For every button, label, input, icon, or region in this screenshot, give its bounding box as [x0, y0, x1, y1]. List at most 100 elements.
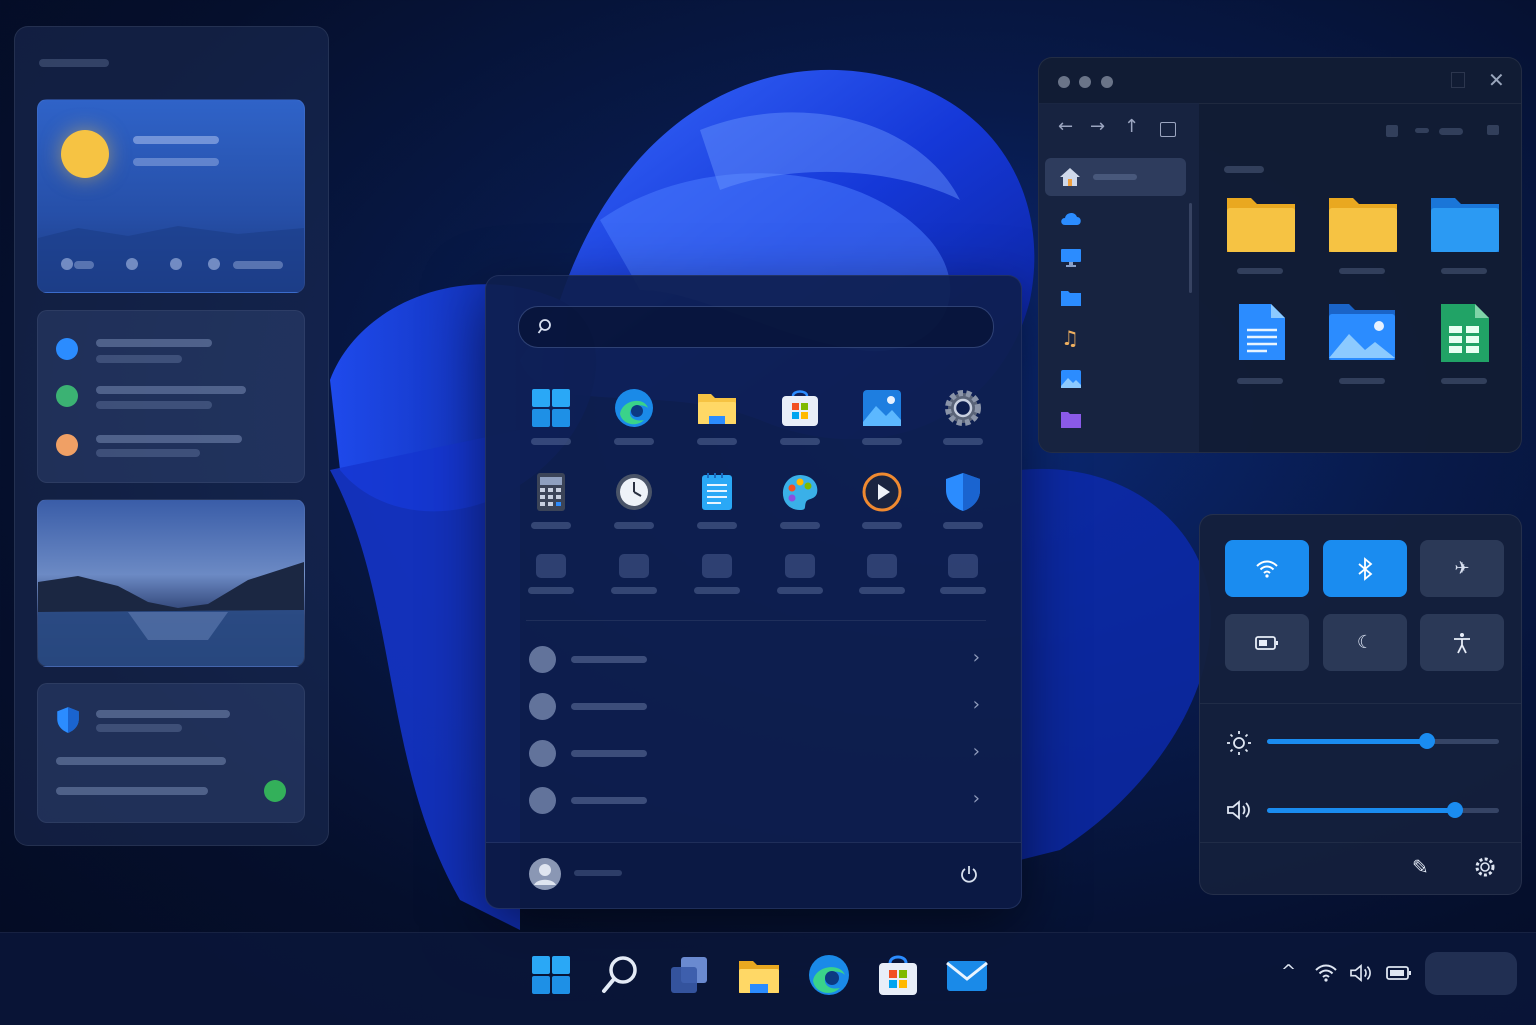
wifi-toggle[interactable]: [1225, 540, 1309, 597]
recommended-item-icon: [529, 646, 556, 673]
file-explorer-button[interactable]: [737, 953, 781, 997]
volume-icon[interactable]: [1349, 963, 1373, 983]
toolbar-icon[interactable]: [1415, 128, 1429, 133]
pinned-app-notepad[interactable]: [687, 472, 747, 542]
pinned-app-media-player[interactable]: [852, 472, 912, 542]
pinned-app-settings[interactable]: [933, 388, 993, 458]
back-arrow-icon[interactable]: ←: [1058, 116, 1073, 137]
weather-line: [133, 158, 219, 166]
file-item[interactable]: [1225, 302, 1297, 384]
brightness-slider-thumb[interactable]: [1419, 733, 1436, 749]
battery-saver-toggle[interactable]: [1225, 614, 1309, 671]
file-item[interactable]: [1429, 194, 1501, 276]
recommended-item[interactable]: ›: [526, 691, 980, 721]
pinned-app-store[interactable]: [770, 388, 830, 458]
pinned-app-file-explorer[interactable]: [687, 388, 747, 458]
settings-gear-icon[interactable]: [1474, 856, 1496, 878]
window-dot[interactable]: [1058, 76, 1070, 88]
start-menu: › › › ›: [485, 275, 1022, 909]
file-label: [1237, 378, 1283, 384]
document-icon: [1239, 304, 1285, 360]
pinned-app-clock[interactable]: [604, 472, 664, 542]
pinned-app-placeholder[interactable]: [770, 554, 830, 624]
pinned-app-photos[interactable]: [852, 388, 912, 458]
task-dot: [56, 338, 78, 360]
desktop-icon[interactable]: [1060, 248, 1082, 268]
divider: [526, 620, 986, 621]
pictures-icon[interactable]: [1060, 369, 1082, 389]
battery-icon[interactable]: [1386, 966, 1412, 980]
folder-yellow-icon: [1227, 198, 1295, 252]
volume-slider-thumb[interactable]: [1446, 802, 1463, 818]
accessibility-toggle[interactable]: [1420, 614, 1504, 671]
view-square-icon[interactable]: [1160, 122, 1176, 137]
weather-horizon: [38, 226, 304, 292]
chevron-up-icon[interactable]: ^: [1281, 961, 1296, 982]
pinned-app-placeholder[interactable]: [687, 554, 747, 624]
pinned-app-calculator[interactable]: [521, 472, 581, 542]
search-button[interactable]: [598, 953, 642, 997]
up-arrow-icon[interactable]: ↑: [1124, 116, 1139, 137]
file-item[interactable]: [1225, 194, 1297, 276]
bluetooth-toggle[interactable]: [1323, 540, 1407, 597]
user-avatar-icon[interactable]: [529, 858, 561, 890]
recommended-item-label: [571, 656, 647, 663]
start-search-input[interactable]: [518, 306, 994, 348]
file-item[interactable]: [1327, 194, 1399, 276]
power-icon[interactable]: [959, 864, 979, 884]
edge-button[interactable]: [807, 953, 851, 997]
mail-button[interactable]: [945, 953, 989, 997]
task-view-button[interactable]: [667, 953, 711, 997]
toolbar-icon[interactable]: [1386, 125, 1398, 137]
brightness-slider[interactable]: [1267, 733, 1499, 749]
pinned-app-placeholder[interactable]: [604, 554, 664, 624]
weather-card[interactable]: [37, 99, 305, 293]
forward-arrow-icon[interactable]: →: [1090, 116, 1105, 137]
pinned-app-start[interactable]: [521, 388, 581, 458]
window-dot[interactable]: [1079, 76, 1091, 88]
edit-pencil-icon[interactable]: ✎: [1412, 855, 1429, 879]
sidebar-scrollbar[interactable]: [1189, 203, 1192, 293]
night-light-toggle[interactable]: ☾: [1323, 614, 1407, 671]
file-explorer-icon: [698, 394, 736, 424]
window-dot[interactable]: [1101, 76, 1113, 88]
purple-folder-icon[interactable]: [1060, 409, 1082, 429]
edge-icon: [615, 389, 653, 427]
airplane-mode-toggle[interactable]: ✈: [1420, 540, 1504, 597]
pinned-app-edge[interactable]: [604, 388, 664, 458]
file-item[interactable]: [1429, 302, 1501, 384]
pinned-app-placeholder[interactable]: [852, 554, 912, 624]
maximize-icon[interactable]: [1451, 72, 1465, 88]
volume-slider[interactable]: [1267, 802, 1499, 818]
pinned-app-placeholder[interactable]: [521, 554, 581, 624]
close-icon[interactable]: ✕: [1488, 68, 1505, 92]
file-label: [1237, 268, 1283, 274]
toolbar-icon[interactable]: [1439, 128, 1463, 135]
wifi-icon[interactable]: [1314, 963, 1338, 983]
volume-icon: [1227, 800, 1250, 820]
app-label: [697, 522, 737, 529]
pinned-app-placeholder[interactable]: [933, 554, 993, 624]
home-icon: [1060, 168, 1080, 186]
pinned-app-paint[interactable]: [770, 472, 830, 542]
file-label: [1339, 268, 1385, 274]
music-icon[interactable]: ♫: [1061, 326, 1079, 350]
security-card[interactable]: [37, 683, 305, 823]
recommended-item[interactable]: ›: [526, 785, 980, 815]
pinned-app-security[interactable]: [933, 472, 993, 542]
toolbar-icon[interactable]: [1487, 125, 1499, 135]
photo-card[interactable]: [37, 499, 305, 667]
sidebar-item-home[interactable]: [1045, 158, 1186, 196]
folder-icon[interactable]: [1060, 289, 1082, 307]
clock-date-area[interactable]: [1425, 952, 1517, 995]
tasks-card[interactable]: [37, 310, 305, 483]
file-item[interactable]: [1327, 302, 1399, 384]
recommended-item[interactable]: ›: [526, 644, 980, 674]
start-button[interactable]: [529, 953, 573, 997]
store-button[interactable]: [876, 953, 920, 997]
forecast-dot: [61, 258, 73, 270]
app-label: [943, 522, 983, 529]
recommended-item[interactable]: ›: [526, 738, 980, 768]
app-label: [694, 587, 740, 594]
cloud-icon[interactable]: [1059, 210, 1083, 226]
